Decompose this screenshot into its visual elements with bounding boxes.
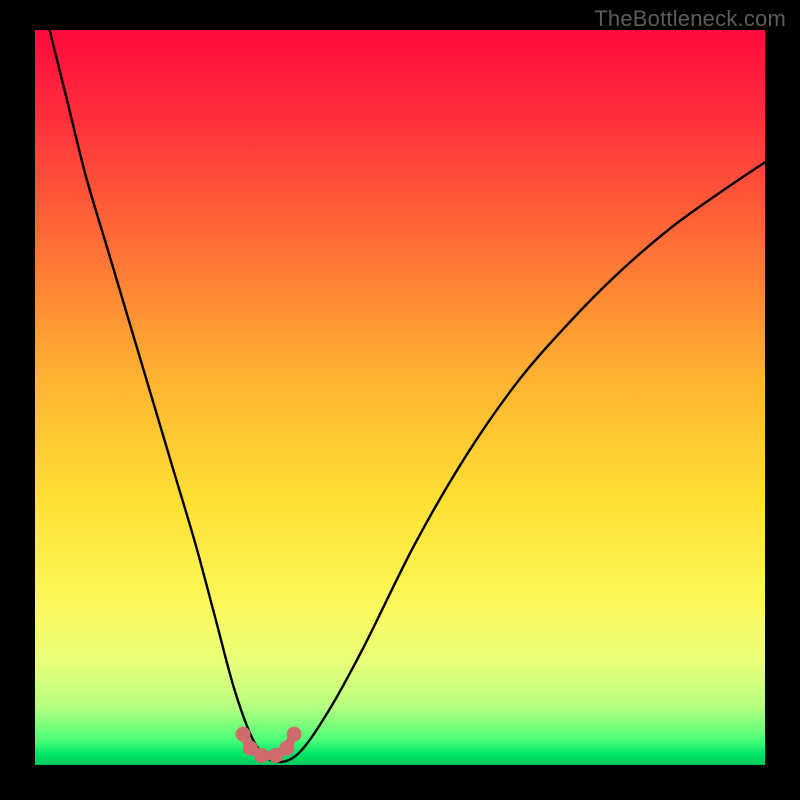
chart-root: TheBottleneck.com [0,0,800,800]
gradient-background [35,30,765,765]
watermark-label: TheBottleneck.com [594,6,786,32]
optimal-zone-marker [236,727,251,742]
optimal-zone-marker [254,748,269,763]
optimal-zone-marker [287,727,302,742]
bottleneck-curve-chart [0,0,800,800]
optimal-zone-marker [279,741,294,756]
